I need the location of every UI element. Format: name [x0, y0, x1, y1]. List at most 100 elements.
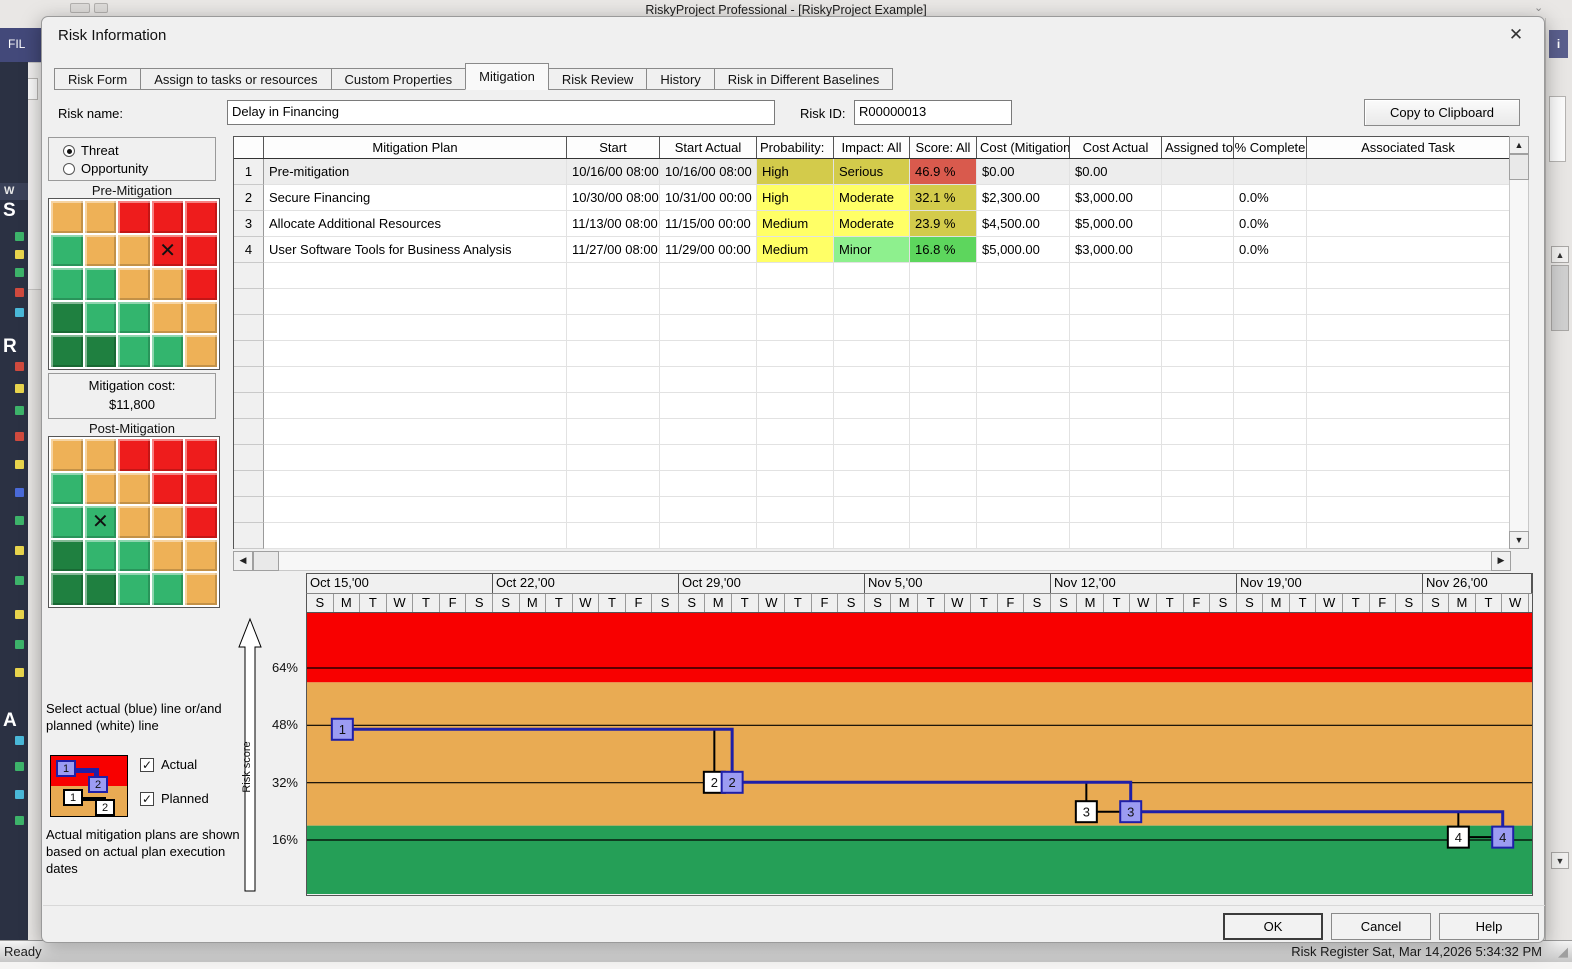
table-cell[interactable] — [567, 419, 660, 445]
table-cell[interactable] — [977, 523, 1070, 549]
table-cell[interactable] — [757, 419, 834, 445]
column-header[interactable]: Start — [567, 137, 660, 158]
table-cell[interactable] — [977, 445, 1070, 471]
table-cell[interactable]: $0.00 — [977, 159, 1070, 185]
column-header[interactable]: Score: All — [910, 137, 977, 158]
table-row[interactable] — [234, 367, 1509, 393]
table-cell[interactable] — [1307, 185, 1509, 211]
table-cell[interactable] — [910, 367, 977, 393]
matrix-cell[interactable] — [51, 201, 83, 233]
table-cell[interactable] — [264, 289, 567, 315]
table-cell[interactable] — [264, 419, 567, 445]
matrix-cell[interactable] — [118, 473, 150, 505]
matrix-cell[interactable] — [51, 335, 83, 367]
table-cell[interactable] — [264, 497, 567, 523]
table-row[interactable] — [234, 315, 1509, 341]
table-cell[interactable] — [1307, 315, 1509, 341]
table-row[interactable] — [234, 497, 1509, 523]
table-cell[interactable] — [1162, 471, 1234, 497]
matrix-cell[interactable] — [85, 439, 117, 471]
table-cell[interactable] — [977, 497, 1070, 523]
table-row[interactable]: 2Secure Financing10/30/00 08:0010/31/00 … — [234, 185, 1509, 211]
table-row[interactable]: 1Pre-mitigation10/16/00 08:0010/16/00 08… — [234, 159, 1509, 185]
table-cell[interactable]: 23.9 % — [910, 211, 977, 237]
table-cell[interactable] — [1307, 445, 1509, 471]
table-cell[interactable] — [1234, 289, 1307, 315]
matrix-cell[interactable] — [185, 201, 217, 233]
table-cell[interactable] — [1307, 419, 1509, 445]
matrix-cell[interactable] — [85, 201, 117, 233]
table-cell[interactable] — [567, 445, 660, 471]
table-cell[interactable]: Moderate — [834, 211, 910, 237]
table-cell[interactable] — [1162, 367, 1234, 393]
tab-risk-form[interactable]: Risk Form — [54, 68, 141, 90]
table-cell[interactable]: Medium — [757, 237, 834, 263]
matrix-cell[interactable] — [51, 235, 83, 267]
scroll-down-icon[interactable]: ▼ — [1551, 852, 1569, 869]
table-cell[interactable] — [1234, 341, 1307, 367]
table-cell[interactable]: Medium — [757, 211, 834, 237]
post-mitigation-matrix[interactable]: ✕ — [48, 436, 220, 608]
table-cell[interactable] — [1234, 263, 1307, 289]
table-cell[interactable] — [567, 497, 660, 523]
table-cell[interactable] — [567, 289, 660, 315]
table-cell[interactable]: 10/30/00 08:00 — [567, 185, 660, 211]
table-cell[interactable] — [1307, 211, 1509, 237]
matrix-cell[interactable] — [118, 201, 150, 233]
matrix-cell[interactable] — [118, 335, 150, 367]
table-cell[interactable] — [910, 523, 977, 549]
table-vscrollbar-thumb[interactable] — [1509, 154, 1529, 180]
table-cell[interactable]: Serious — [834, 159, 910, 185]
column-header[interactable] — [234, 137, 264, 158]
table-row[interactable]: 4User Software Tools for Business Analys… — [234, 237, 1509, 263]
planned-checkbox[interactable]: ✓ — [140, 792, 154, 806]
column-header[interactable]: % Complete — [1234, 137, 1307, 158]
matrix-cell[interactable] — [85, 473, 117, 505]
table-cell[interactable] — [567, 393, 660, 419]
matrix-cell[interactable] — [152, 506, 184, 538]
table-cell[interactable] — [264, 263, 567, 289]
matrix-cell[interactable] — [51, 439, 83, 471]
matrix-cell[interactable] — [152, 439, 184, 471]
risk-score-chart[interactable]: 1223344 — [307, 613, 1532, 894]
matrix-cell[interactable] — [51, 540, 83, 572]
table-cell[interactable]: 11/13/00 08:00 — [567, 211, 660, 237]
radio-threat-circle[interactable] — [63, 145, 75, 157]
table-cell[interactable] — [1307, 367, 1509, 393]
matrix-cell[interactable] — [185, 473, 217, 505]
table-row[interactable] — [234, 289, 1509, 315]
mitigation-waterfall-chart[interactable]: 1223344 — [306, 613, 1533, 896]
table-cell[interactable] — [1162, 159, 1234, 185]
matrix-cell[interactable] — [51, 268, 83, 300]
close-icon[interactable]: ✕ — [1504, 25, 1528, 49]
table-cell[interactable]: 32.1 % — [910, 185, 977, 211]
sidebar-icon[interactable] — [15, 308, 24, 317]
column-header[interactable]: Cost Actual — [1070, 137, 1162, 158]
sidebar-icon[interactable] — [15, 250, 24, 259]
tab-risk-review[interactable]: Risk Review — [548, 68, 648, 90]
table-cell[interactable] — [567, 341, 660, 367]
actual-checkbox-row[interactable]: ✓ Actual — [140, 757, 197, 772]
column-header[interactable]: Assigned to — [1162, 137, 1234, 158]
table-cell[interactable] — [1234, 159, 1307, 185]
table-cell[interactable] — [977, 315, 1070, 341]
table-cell[interactable]: $5,000.00 — [1070, 211, 1162, 237]
copy-to-clipboard-button[interactable]: Copy to Clipboard — [1364, 99, 1520, 126]
table-cell[interactable] — [977, 471, 1070, 497]
table-cell[interactable] — [910, 497, 977, 523]
matrix-cell[interactable] — [85, 573, 117, 605]
table-cell[interactable] — [1070, 289, 1162, 315]
matrix-cell[interactable] — [152, 201, 184, 233]
table-cell[interactable] — [1070, 497, 1162, 523]
tab-assign-to-tasks-or-resources[interactable]: Assign to tasks or resources — [140, 68, 331, 90]
table-cell[interactable] — [910, 471, 977, 497]
table-cell[interactable] — [1162, 445, 1234, 471]
tab-risk-in-different-baselines[interactable]: Risk in Different Baselines — [714, 68, 894, 90]
table-cell[interactable] — [1070, 393, 1162, 419]
matrix-cell[interactable] — [152, 573, 184, 605]
table-cell[interactable] — [660, 419, 757, 445]
table-cell[interactable] — [1234, 393, 1307, 419]
sidebar-icon[interactable] — [15, 790, 24, 799]
sidebar-icon[interactable] — [15, 432, 24, 441]
table-cell[interactable] — [1307, 159, 1509, 185]
